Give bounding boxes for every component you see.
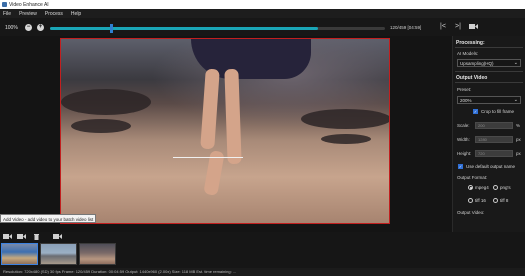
preview-area[interactable]: Add Video - add video to your batch vide… — [0, 36, 452, 232]
width-input[interactable]: 1280 — [475, 136, 513, 143]
crop-checkbox[interactable]: ✓ — [473, 109, 478, 114]
divider — [455, 82, 523, 83]
output-video-heading: Output Video — [456, 75, 488, 81]
compare-split-line[interactable] — [173, 157, 243, 158]
format-png-label: png's — [500, 185, 511, 190]
format-tiff8-label: tiff 8 — [500, 198, 509, 203]
video-camera-icon[interactable] — [469, 23, 478, 33]
scale-unit: % — [516, 123, 521, 128]
prev-frame-icon[interactable]: |< — [440, 23, 446, 31]
format-tiff16-label: tiff 16 — [475, 198, 486, 203]
trash-icon[interactable] — [33, 233, 40, 242]
add-video-tooltip: Add Video - add video to your batch vide… — [0, 214, 97, 223]
rock-shape — [61, 89, 151, 115]
processing-heading: Processing: — [456, 40, 485, 46]
add-video-icon[interactable] — [17, 233, 26, 242]
timecode: 120/459 [04:59] — [390, 25, 422, 30]
preset-label: Preset: — [457, 87, 472, 92]
chevron-down-icon: ⌄ — [513, 60, 518, 66]
default-name-checkbox[interactable]: ✓ — [458, 164, 463, 169]
scale-label: Scale: — [457, 123, 470, 128]
preset-value: 200% — [460, 98, 472, 103]
timeline-playhead[interactable] — [110, 24, 114, 33]
leg-shape — [224, 68, 242, 165]
title-bar: Video Enhance AI — [0, 0, 525, 9]
video-thumbnail[interactable] — [79, 243, 116, 265]
ai-model-select[interactable]: Upsampling(HQ) ⌄ — [457, 59, 521, 67]
scale-input[interactable]: 200 — [475, 122, 513, 129]
rock-shape — [71, 119, 131, 133]
zoom-in-button[interactable]: + — [37, 24, 44, 31]
width-unit: px — [516, 137, 521, 142]
format-png-radio[interactable] — [493, 185, 498, 190]
video-camera-icon[interactable] — [53, 233, 62, 242]
zoom-level[interactable]: 100% — [5, 25, 18, 31]
settings-panel: Processing: AI Models: Upsampling(HQ) ⌄ … — [452, 36, 525, 232]
timeline-slider[interactable] — [50, 24, 385, 33]
menu-help[interactable]: Help — [71, 11, 81, 17]
video-thumbnail[interactable] — [1, 243, 38, 265]
divider — [455, 47, 523, 48]
output-video-label: Output Video: — [457, 210, 485, 215]
status-bar: Resolution: 720x480 (SD) 30 fps Frame: 1… — [0, 268, 525, 276]
app-icon — [2, 2, 7, 7]
video-preview-frame[interactable] — [60, 38, 390, 224]
width-label: Width: — [457, 137, 470, 142]
menu-preview[interactable]: Preview — [19, 11, 37, 17]
timeline-toolbar: 100% − + 120/459 [04:59] |< >| — [0, 18, 525, 36]
ai-models-label: AI Models: — [457, 51, 479, 56]
chevron-down-icon: ⌄ — [513, 97, 518, 103]
divider — [455, 71, 523, 72]
zoom-out-button[interactable]: − — [25, 24, 32, 31]
leg-shape — [200, 68, 220, 150]
height-label: Height: — [457, 151, 472, 156]
height-unit: px — [516, 151, 521, 156]
window-title: Video Enhance AI — [9, 1, 49, 8]
menu-file[interactable]: File — [3, 11, 11, 17]
ai-model-value: Upsampling(HQ) — [460, 61, 494, 66]
menu-process[interactable]: Process — [45, 11, 63, 17]
thumbnail-strip — [0, 232, 525, 268]
next-frame-icon[interactable]: >| — [455, 23, 461, 31]
format-tiff16-radio[interactable] — [468, 198, 473, 203]
height-input[interactable]: 720 — [475, 150, 513, 157]
format-tiff8-radio[interactable] — [493, 198, 498, 203]
rock-shape — [301, 109, 389, 129]
default-name-label: Use default output name — [466, 164, 516, 169]
crop-label: Crop to fill frame — [481, 109, 515, 114]
video-thumbnail[interactable] — [40, 243, 77, 265]
rock-shape — [321, 134, 371, 144]
format-mpeg4-label: mpeg4 — [475, 185, 489, 190]
timeline-progress — [50, 27, 318, 30]
add-video-icon[interactable] — [3, 233, 12, 242]
format-mpeg4-radio[interactable] — [468, 185, 473, 190]
output-format-label: Output Format: — [457, 175, 488, 180]
preset-select[interactable]: 200% ⌄ — [457, 96, 521, 104]
menu-bar: File Preview Process Help — [0, 9, 525, 18]
